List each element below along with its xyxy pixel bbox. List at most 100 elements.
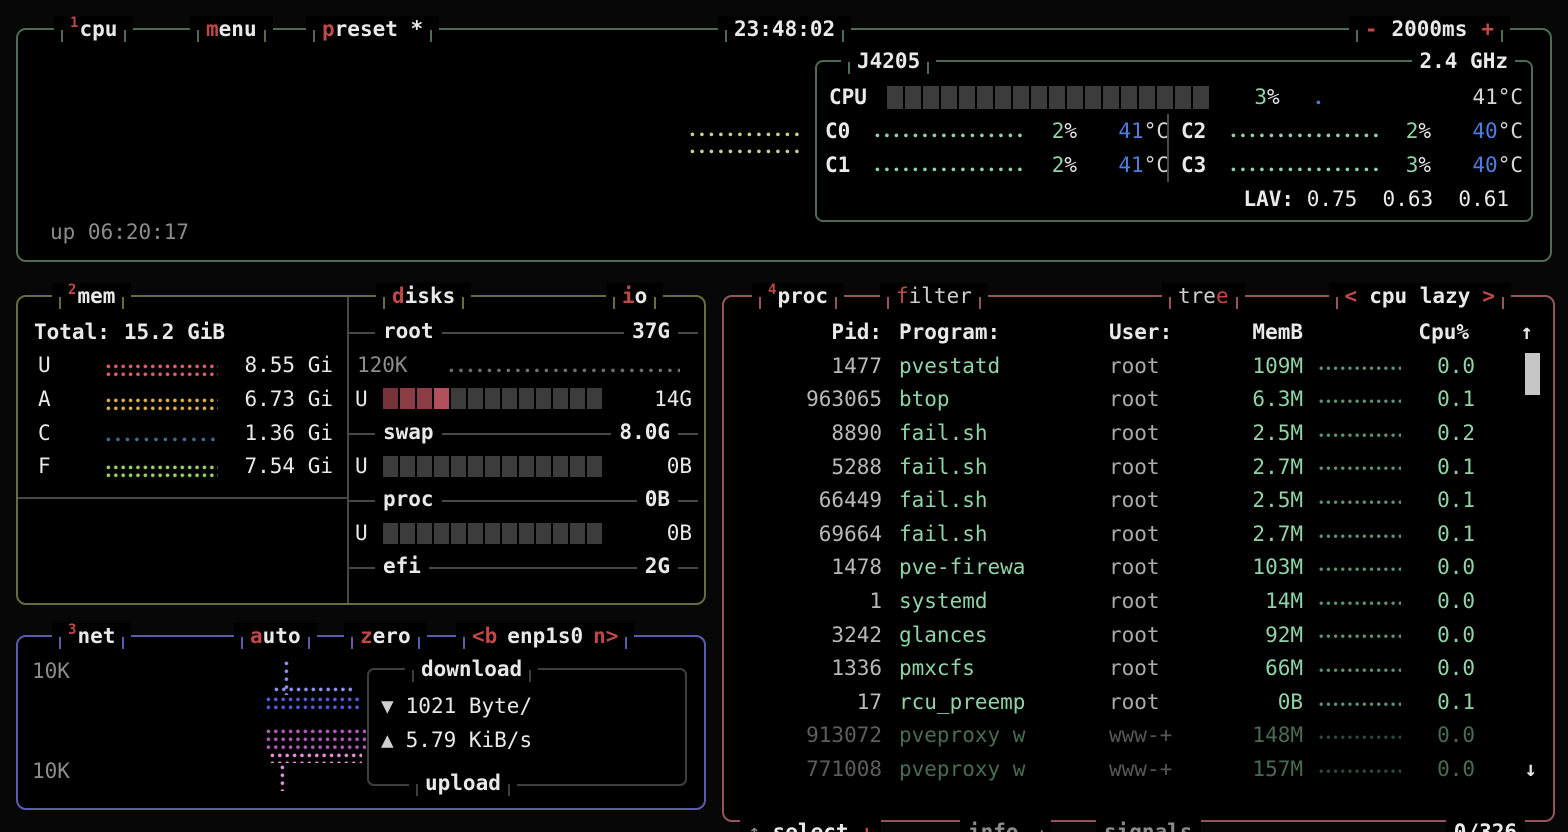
mem-box-title: mem: [77, 283, 115, 309]
table-row[interactable]: 5288fail.shroot2.7M0.1: [742, 450, 1533, 484]
disk-used-value: 0B: [667, 454, 692, 478]
disk-name: root: [375, 319, 442, 343]
disks-list: root 37G 120K U 14G swap 8.0G U 0B: [349, 315, 704, 584]
mem-row-available: A 6.73 Gi: [18, 382, 347, 416]
cpu-total-label: CPU: [825, 85, 887, 109]
column-mem[interactable]: MemB: [1229, 320, 1303, 344]
process-cpu: 0.0: [1415, 723, 1533, 747]
table-row[interactable]: 913072pveproxy wwww-+148M0.0: [742, 719, 1533, 753]
interval-increase-button[interactable]: +: [1481, 16, 1494, 42]
upload-speed-row: ▲ 5.79 KiB/s: [381, 728, 532, 752]
cpu-box-title: cpu: [79, 16, 117, 42]
signals-button[interactable]: signals: [1096, 819, 1201, 832]
scroll-down-arrow[interactable]: ↓: [1524, 757, 1537, 781]
process-mem: 2.5M: [1229, 488, 1303, 512]
column-program[interactable]: Program:: [899, 320, 1109, 344]
io-mode-toggle[interactable]: io: [606, 283, 663, 309]
process-cpu-graph-dots: [1303, 416, 1415, 450]
net-interface-switch[interactable]: <benp1s0n>: [456, 623, 634, 649]
interval-decrease-button[interactable]: -: [1365, 16, 1378, 42]
process-mem: 2.7M: [1229, 455, 1303, 479]
net-prev-button[interactable]: <b: [472, 623, 497, 649]
process-cpu-graph-dots: [1303, 651, 1415, 685]
net-next-button[interactable]: n>: [593, 623, 618, 649]
process-name: pveproxy w: [899, 757, 1109, 781]
table-row[interactable]: 3242glancesroot92M0.0: [742, 618, 1533, 652]
net-upload-dots: [266, 729, 366, 751]
disk-root-meter: [383, 388, 602, 409]
cpu-detail-panel: J4205 2.4 GHz CPU 3 % 41°C C0 2% 41°C: [815, 60, 1533, 222]
mem-free-dots: [106, 465, 218, 481]
process-pid: 913072: [742, 723, 882, 747]
process-pid: 1336: [742, 656, 882, 680]
preset-button[interactable]: preset *: [306, 16, 439, 42]
process-cpu-graph-dots: [1303, 483, 1415, 517]
net-speed-panel: download ▼ 1021 Byte/ ▲ 5.79 KiB/s uploa…: [367, 668, 687, 786]
cpu-model: J4205: [841, 48, 936, 74]
upload-speed: 5.79 KiB/s: [406, 728, 532, 752]
disk-root-io: 120K: [349, 349, 704, 383]
cpu-box-toggle[interactable]: 1cpu: [54, 16, 133, 42]
disks-toggle[interactable]: disks: [376, 283, 471, 309]
column-pid[interactable]: Pid:: [742, 320, 882, 344]
tree-toggle[interactable]: tree: [1162, 283, 1245, 309]
core-name: C2: [1181, 119, 1227, 143]
process-cpu-graph-dots: [1303, 383, 1415, 417]
column-user[interactable]: User:: [1109, 320, 1229, 344]
process-cpu: 0.1: [1415, 690, 1533, 714]
sort-prev-button[interactable]: <: [1345, 283, 1358, 309]
process-scrollbar[interactable]: [1525, 353, 1540, 395]
table-row[interactable]: 1478pve-firewaroot103M0.0: [742, 551, 1533, 585]
sort-mode: cpu lazy: [1369, 283, 1470, 309]
core-column-divider: [1167, 114, 1169, 182]
table-row[interactable]: 69664fail.shroot2.7M0.1: [742, 517, 1533, 551]
disk-proc: proc 0B: [349, 483, 704, 517]
sort-next-button[interactable]: >: [1482, 283, 1495, 309]
info-button[interactable]: info↵: [960, 819, 1051, 832]
process-name: fail.sh: [899, 488, 1109, 512]
net-box-title: net: [77, 623, 115, 649]
cpu-total-meter: [887, 86, 1209, 109]
net-zero-toggle[interactable]: zero: [344, 623, 427, 649]
core-graph-dots: [1231, 133, 1379, 140]
uptime: up 06:20:17: [50, 220, 189, 244]
sort-selector[interactable]: < cpu lazy >: [1329, 283, 1511, 309]
table-row[interactable]: 17rcu_preemproot0B0.1: [742, 685, 1533, 719]
cpu-total-percent-unit: %: [1267, 85, 1280, 109]
table-row[interactable]: 1systemdroot14M0.0: [742, 584, 1533, 618]
table-row[interactable]: 8890fail.shroot2.5M0.2: [742, 416, 1533, 450]
proc-box-toggle[interactable]: 4proc: [752, 283, 844, 309]
table-row[interactable]: 771008pveproxy wwww-+157M0.0: [742, 752, 1533, 786]
process-name: systemd: [899, 589, 1109, 613]
filter-button[interactable]: filter: [880, 283, 988, 309]
disk-io-dots: [449, 368, 680, 374]
table-row[interactable]: 1336pmxcfsroot66M0.0: [742, 651, 1533, 685]
select-control[interactable]: ↑select↓: [740, 819, 881, 832]
process-cpu-graph-dots: [1303, 752, 1415, 786]
process-mem: 109M: [1229, 354, 1303, 378]
core-name: C3: [1181, 153, 1227, 177]
disk-swap: swap 8.0G: [349, 416, 704, 450]
net-box-toggle[interactable]: 3net: [52, 623, 131, 649]
process-cpu: 0.1: [1415, 488, 1533, 512]
table-row[interactable]: 1477pvestatdroot109M0.0: [742, 349, 1533, 383]
process-user: root: [1109, 656, 1229, 680]
table-row[interactable]: 66449fail.shroot2.5M0.1: [742, 483, 1533, 517]
process-cpu-graph-dots: [1303, 584, 1415, 618]
process-pid: 3242: [742, 623, 882, 647]
net-auto-toggle[interactable]: auto: [234, 623, 317, 649]
cpu-total-row: CPU 3 % 41°C: [825, 80, 1523, 114]
cpu-frequency: 2.4 GHz: [1412, 48, 1515, 74]
process-table-header: Pid: Program: User: MemB Cpu% ↑: [742, 315, 1533, 349]
process-pid: 17: [742, 690, 882, 714]
mem-box-toggle[interactable]: 2mem: [52, 283, 131, 309]
core-name: C0: [825, 119, 871, 143]
table-row[interactable]: 963065btoproot6.3M0.1: [742, 383, 1533, 417]
column-cpu[interactable]: Cpu%: [1415, 320, 1511, 344]
disk-name: swap: [375, 420, 442, 444]
sort-direction-arrow[interactable]: ↑: [1511, 320, 1533, 344]
menu-button[interactable]: menu: [190, 16, 273, 42]
disk-proc-meter: [383, 523, 602, 544]
process-cpu: 0.0: [1415, 656, 1533, 680]
mem-used-dots: [106, 364, 218, 380]
